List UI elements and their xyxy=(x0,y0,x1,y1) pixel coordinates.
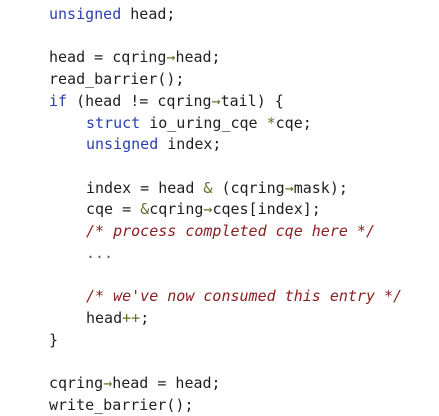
code-token: & xyxy=(140,200,150,219)
code-token: cqring xyxy=(49,373,104,392)
code-token: tail) { xyxy=(220,91,284,110)
code-token: mask); xyxy=(293,178,348,197)
code-token: → xyxy=(103,373,113,392)
code-comment: /* we've now consumed this entry */ xyxy=(86,287,403,306)
code-token: head; xyxy=(175,48,221,67)
code-token: * xyxy=(266,113,276,132)
code-token: index; xyxy=(158,135,222,154)
code-token: head = head; xyxy=(112,373,221,392)
code-line: if (head != cqring→tail) { xyxy=(49,90,284,112)
code-token: cqring xyxy=(149,200,204,219)
code-token: → xyxy=(284,178,294,197)
code-line: /* process completed cqe here */ xyxy=(86,220,375,242)
code-token: ++ xyxy=(122,308,141,327)
code-token: head xyxy=(86,308,123,327)
code-token: (head != cqring xyxy=(67,91,212,110)
code-line: struct io_uring_cqe *cqe; xyxy=(86,112,312,134)
code-token: index = head xyxy=(86,178,204,197)
code-line: index = head & (cqring→mask); xyxy=(86,177,348,199)
code-line: ... xyxy=(86,242,113,264)
code-keyword: if xyxy=(49,91,68,110)
code-line: head = cqring→head; xyxy=(49,46,221,68)
code-keyword: unsigned xyxy=(49,5,122,23)
code-keyword: struct xyxy=(86,113,141,132)
code-line: } xyxy=(49,329,58,351)
code-line: unsigned index; xyxy=(86,133,221,155)
code-comment: /* process completed cqe here */ xyxy=(86,222,375,240)
code-token: cqes[index]; xyxy=(212,200,321,219)
code-token: read_barrier(); xyxy=(49,70,185,89)
code-token: } xyxy=(49,330,59,349)
code-keyword: unsigned xyxy=(86,135,159,154)
code-line: head++; xyxy=(86,307,149,329)
code-line: cqring→head = head; xyxy=(49,372,221,394)
code-line: /* we've now consumed this entry */ xyxy=(86,285,402,307)
code-line: unsigned head; xyxy=(49,3,175,25)
code-block: unsigned head; head = cqring→head; read_ba… xyxy=(0,0,439,414)
code-token: ; xyxy=(140,308,150,327)
code-token: head = cqring xyxy=(49,48,167,67)
code-token: → xyxy=(211,91,221,110)
code-line: write_barrier(); xyxy=(49,394,194,416)
code-token: cqe = xyxy=(86,200,141,219)
code-token: head; xyxy=(121,5,176,23)
code-token: ... xyxy=(86,243,114,262)
code-token: io_uring_cqe xyxy=(140,113,267,132)
code-token: write_barrier(); xyxy=(49,395,194,414)
code-line: read_barrier(); xyxy=(49,68,184,90)
code-token: cqe; xyxy=(275,113,312,132)
code-token: (cqring xyxy=(212,178,285,197)
code-line: cqe = &cqring→cqes[index]; xyxy=(86,198,321,220)
